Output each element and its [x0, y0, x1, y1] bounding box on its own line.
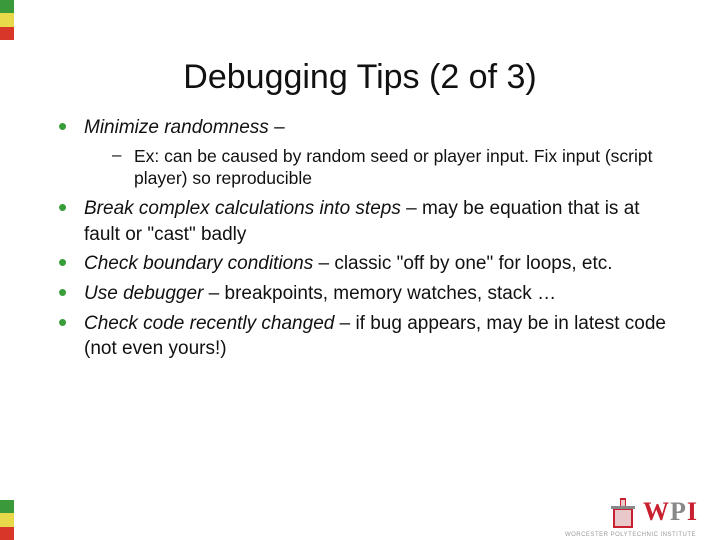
logo-letter-w: W: [643, 497, 670, 526]
stripe-segment: [0, 0, 14, 13]
slide-content: •Minimize randomness ––Ex: can be caused…: [0, 115, 720, 362]
bullet-item: •Check boundary conditions – classic "of…: [58, 251, 670, 277]
stripe-segment: [0, 27, 14, 40]
stripe-segment: [0, 527, 14, 540]
bullet-dot-icon: •: [58, 251, 84, 273]
bullet-dot-icon: •: [58, 196, 84, 218]
bullet-dot-icon: •: [58, 281, 84, 303]
bullet-text: Use debugger – breakpoints, memory watch…: [84, 281, 556, 307]
wpi-logo-text: WPI: [643, 497, 698, 527]
bullet-text: Check code recently changed – if bug app…: [84, 311, 670, 362]
stripe-segment: [0, 513, 14, 526]
bullet-emphasis: Use debugger: [84, 283, 203, 304]
bullet-emphasis: Check code recently changed: [84, 313, 334, 334]
decorative-stripe-top: [0, 0, 14, 40]
wpi-logo: WPI: [609, 494, 698, 530]
bullet-rest: – classic "off by one" for loops, etc.: [313, 253, 612, 274]
bullet-text: Break complex calculations into steps – …: [84, 196, 670, 247]
logo-letter-p: P: [670, 497, 687, 526]
bullet-dot-icon: •: [58, 311, 84, 333]
sub-bullet-dash-icon: –: [112, 145, 134, 165]
logo-letter-i: I: [687, 497, 698, 526]
stripe-segment: [0, 13, 14, 26]
wpi-logo-subtitle: WORCESTER POLYTECHNIC INSTITUTE: [565, 532, 696, 538]
bullet-item: •Use debugger – breakpoints, memory watc…: [58, 281, 670, 307]
decorative-stripe-bottom: [0, 500, 14, 540]
sub-bullet-text: Ex: can be caused by random seed or play…: [134, 145, 670, 191]
wpi-logo-seal-icon: [609, 494, 637, 530]
bullet-emphasis: Break complex calculations into steps: [84, 198, 401, 219]
bullet-item: •Minimize randomness –: [58, 115, 670, 141]
bullet-dot-icon: •: [58, 115, 84, 137]
stripe-segment: [0, 500, 14, 513]
bullet-rest: – breakpoints, memory watches, stack …: [203, 283, 556, 304]
slide-title: Debugging Tips (2 of 3): [0, 0, 720, 115]
bullet-emphasis: Minimize randomness: [84, 117, 269, 138]
bullet-item: •Check code recently changed – if bug ap…: [58, 311, 670, 362]
bullet-text: Minimize randomness –: [84, 115, 285, 141]
bullet-emphasis: Check boundary conditions: [84, 253, 313, 274]
bullet-rest: –: [269, 117, 285, 138]
bullet-item: •Break complex calculations into steps –…: [58, 196, 670, 247]
sub-bullet-item: –Ex: can be caused by random seed or pla…: [112, 145, 670, 191]
bullet-text: Check boundary conditions – classic "off…: [84, 251, 613, 277]
